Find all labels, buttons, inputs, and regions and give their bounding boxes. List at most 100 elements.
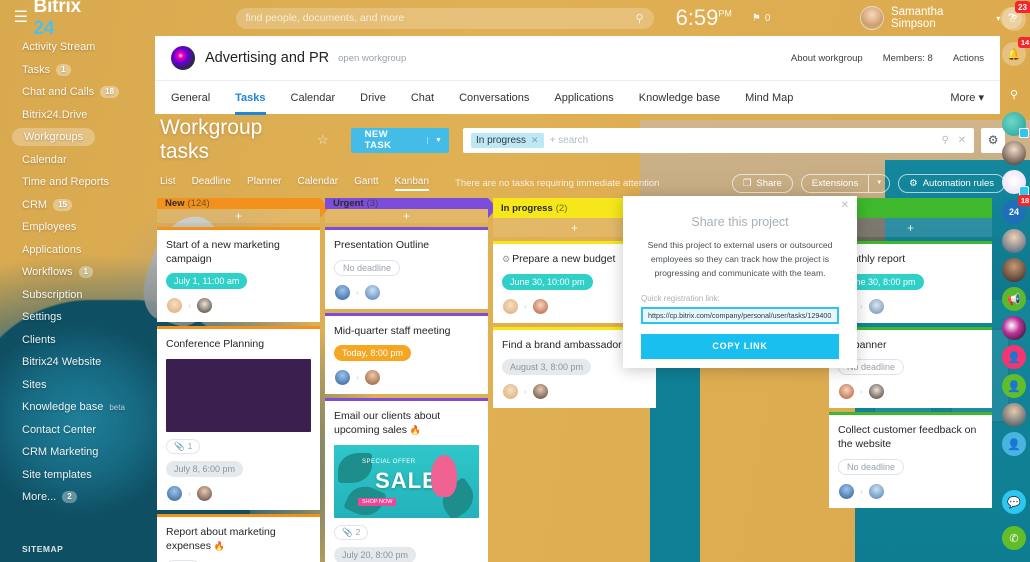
sitemap-link[interactable]: SITEMAP (22, 544, 63, 554)
workgroup-link-0[interactable]: About workgroup (791, 53, 863, 64)
notifications-bell-icon[interactable]: 🔔 14 (1002, 37, 1030, 66)
avatar[interactable] (531, 383, 549, 401)
avatar[interactable] (838, 482, 855, 500)
tab-calendar[interactable]: Calendar (291, 81, 336, 115)
view-tab-planner[interactable]: Planner (247, 176, 281, 191)
kanban-card[interactable]: Report about marketing expenses 🔥📎1July … (157, 513, 320, 562)
extensions-button[interactable]: Extensions (800, 173, 869, 193)
extensions-dropdown-icon[interactable]: ▼ (868, 173, 891, 193)
filter-bar[interactable]: In progress ✕ + search ⚲ ✕ (462, 127, 975, 153)
kanban-add-card-button[interactable]: + (325, 209, 488, 223)
chat-widget-icon[interactable]: 💬 (1002, 490, 1026, 514)
share-button[interactable]: ❐ Share (731, 173, 793, 193)
avatar-support[interactable] (1002, 258, 1026, 282)
tab-applications[interactable]: Applications (554, 81, 613, 115)
quick-registration-link-input[interactable]: https://cp.bitrix.com/company/personal/u… (641, 306, 839, 324)
new-task-dropdown-icon[interactable]: ▼ (427, 136, 449, 144)
avatar[interactable] (867, 297, 885, 315)
avatar[interactable] (502, 297, 519, 315)
contact-green-icon[interactable]: 👤 (1002, 374, 1026, 398)
tab-general[interactable]: General (171, 81, 210, 115)
megaphone-icon[interactable]: 📢 (1002, 287, 1026, 311)
help-button[interactable]: ? 23 (1000, 1, 1030, 29)
flag-counter[interactable]: ⚑ 0 (752, 13, 771, 24)
search-icon[interactable]: ⚲ (1002, 82, 1026, 106)
sidebar-item-more[interactable]: More... 2 (0, 486, 155, 509)
phone-icon[interactable]: ✆ (1002, 526, 1026, 550)
sidebar-item-tasks[interactable]: Tasks 1 (0, 59, 155, 82)
sidebar-item-clients[interactable]: Clients (0, 329, 155, 352)
sidebar-item-calendar[interactable]: Calendar (0, 149, 155, 172)
kanban-card-deadline[interactable]: August 3, 8:00 pm (502, 359, 592, 376)
workgroup-link-2[interactable]: Actions (953, 53, 984, 64)
sidebar-item-settings[interactable]: Settings (0, 306, 155, 329)
automation-rules-button[interactable]: ⚙ Automation rules (898, 173, 1005, 193)
kanban-card-deadline[interactable]: July 1, 11:00 am (166, 273, 248, 290)
avatar[interactable] (502, 383, 519, 401)
avatar[interactable] (363, 369, 381, 387)
kanban-add-card-button[interactable]: + (157, 209, 320, 223)
kanban-card-deadline[interactable]: No deadline (334, 259, 401, 276)
kanban-card-deadline[interactable]: July 8, 6:00 pm (166, 460, 244, 477)
view-tab-deadline[interactable]: Deadline (192, 176, 231, 191)
avatar-man-1[interactable] (1002, 229, 1026, 253)
contact-pink-icon[interactable]: 👤 (1002, 345, 1026, 369)
sidebar-item-employees[interactable]: Employees (0, 216, 155, 239)
sidebar-item-workflows[interactable]: Workflows 1 (0, 261, 155, 284)
kanban-column-header[interactable]: New (124) (157, 198, 329, 218)
avatar[interactable] (867, 482, 885, 500)
view-tab-gantt[interactable]: Gantt (354, 176, 378, 191)
tab-knowledge-base[interactable]: Knowledge base (639, 81, 720, 115)
close-icon[interactable]: ✕ (531, 135, 539, 146)
avatar-planet[interactable] (1002, 316, 1026, 340)
kanban-card[interactable]: Mid-quarter staff meeting Today, 8:00 pm › (325, 312, 488, 395)
avatar[interactable] (166, 484, 183, 502)
contact-blue-icon[interactable]: 👤 (1002, 432, 1026, 456)
kanban-card-deadline[interactable]: June 30, 10:00 pm (502, 273, 593, 290)
avatar-globe[interactable] (1002, 112, 1029, 138)
sidebar-item-bitrix24-website[interactable]: Bitrix24 Website (0, 351, 155, 374)
avatar[interactable] (195, 297, 213, 315)
avatar[interactable] (531, 297, 549, 315)
avatar-man-2[interactable] (1002, 403, 1026, 427)
avatar[interactable] (166, 297, 183, 315)
kanban-card[interactable]: Start of a new marketing campaign July 1,… (157, 227, 320, 323)
view-tab-list[interactable]: List (160, 176, 176, 191)
user-menu[interactable]: Samantha Simpson ▾ (860, 6, 1000, 30)
tab-chat[interactable]: Chat (411, 81, 434, 115)
sidebar-item-crm[interactable]: CRM 15 (0, 194, 155, 217)
close-icon[interactable]: ✕ (841, 200, 849, 211)
sidebar-item-knowledge-base[interactable]: Knowledge base beta (0, 396, 155, 419)
sidebar-item-crm-marketing[interactable]: CRM Marketing (0, 441, 155, 464)
kanban-card[interactable]: Email our clients about upcoming sales 🔥… (325, 398, 488, 562)
avatar[interactable] (363, 283, 381, 301)
bitrix24-icon[interactable]: 24 18 (1002, 195, 1030, 224)
kanban-card[interactable]: Presentation Outline No deadline › (325, 227, 488, 309)
sidebar-item-workgroups[interactable]: Workgroups (0, 126, 155, 149)
view-tab-kanban[interactable]: Kanban (394, 176, 430, 191)
kanban-card-deadline[interactable]: Today, 8:00 pm (334, 345, 411, 362)
sidebar-item-applications[interactable]: Applications (0, 239, 155, 262)
clear-filter-icon[interactable]: ✕ (958, 135, 966, 146)
kanban-card-deadline[interactable]: No deadline (838, 458, 905, 475)
tab-tasks[interactable]: Tasks (235, 81, 266, 115)
avatar-woman-1[interactable] (1002, 141, 1026, 165)
sidebar-item-chat-and-calls[interactable]: Chat and Calls 18 (0, 81, 155, 104)
sidebar-item-sites[interactable]: Sites (0, 374, 155, 397)
sidebar-item-bitrix24-drive[interactable]: Bitrix24.Drive (0, 104, 155, 127)
view-tab-calendar[interactable]: Calendar (298, 176, 339, 191)
avatar[interactable] (334, 369, 351, 387)
avatar[interactable] (838, 383, 855, 401)
tab-drive[interactable]: Drive (360, 81, 386, 115)
search-icon[interactable]: ⚲ (941, 135, 948, 146)
filter-chip[interactable]: In progress ✕ (470, 132, 544, 148)
avatar[interactable] (195, 484, 213, 502)
kanban-card-deadline[interactable]: July 20, 8:00 pm (334, 546, 417, 562)
avatar[interactable] (334, 283, 351, 301)
new-task-button[interactable]: NEW TASK ▼ (350, 127, 449, 153)
sidebar-item-time-and-reports[interactable]: Time and Reports (0, 171, 155, 194)
menu-burger-icon[interactable]: ☰ (8, 10, 34, 26)
kanban-card[interactable]: Conference Planning 📎 1 July 8, 6:00 pm › (157, 326, 320, 510)
avatar[interactable] (867, 383, 885, 401)
tab-more[interactable]: More ▾ (950, 81, 984, 115)
